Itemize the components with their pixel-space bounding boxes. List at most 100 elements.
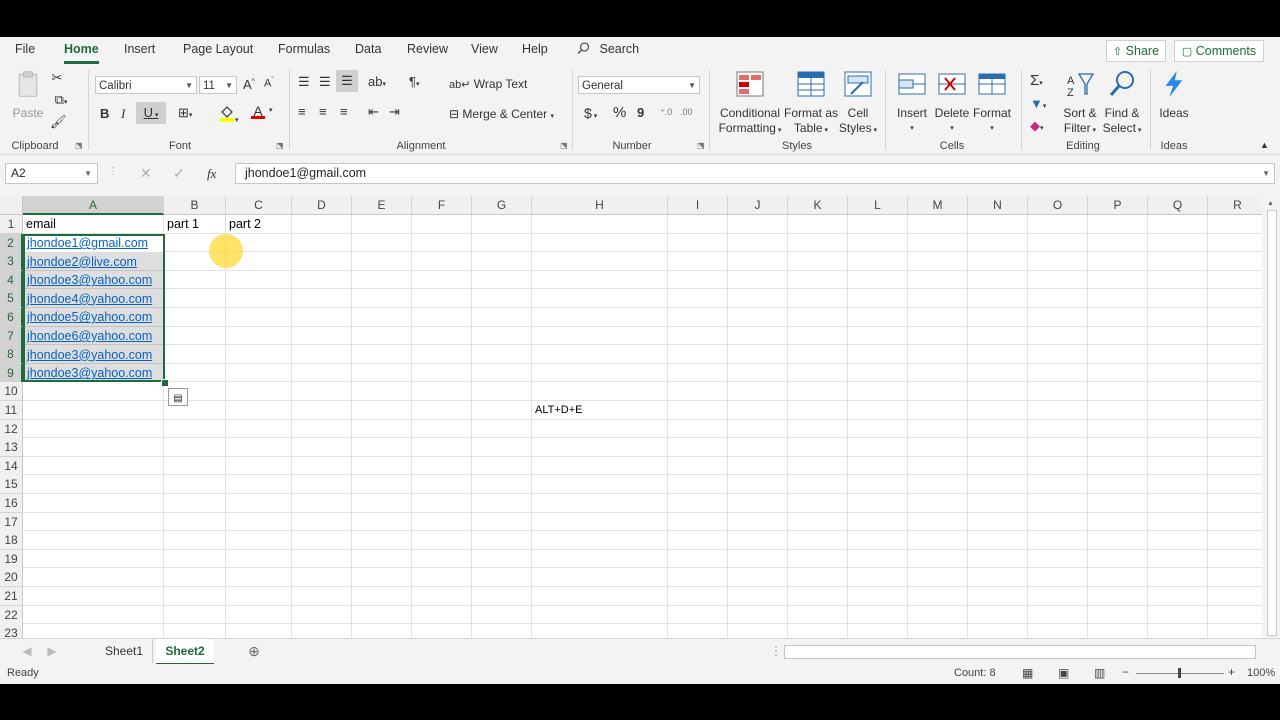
row-header-6[interactable]: 6 <box>0 308 23 327</box>
cell-a3[interactable]: jhondoe2@live.com <box>24 253 137 272</box>
column-header-o[interactable]: O <box>1028 196 1088 215</box>
formula-input[interactable]: jhondoe1@gmail.com ▼ <box>235 163 1275 184</box>
cell-b1[interactable]: part 1 <box>164 215 199 234</box>
column-header-k[interactable]: K <box>788 196 848 215</box>
decrease-decimal-icon[interactable]: .00 <box>680 107 693 117</box>
cell-c1[interactable]: part 2 <box>226 215 261 234</box>
cut-icon[interactable]: ✂ <box>50 70 64 86</box>
worksheet-grid[interactable]: ABCDEFGHIJKLMNOPQR 1 2 3 4 5 6 7 8 9 10 11 12 13 14 15… <box>0 196 1262 638</box>
row-header-2[interactable]: 2 <box>0 233 23 253</box>
format-painter-icon[interactable]: 🖌 <box>50 114 67 130</box>
clear-icon[interactable]: ◆▾ <box>1030 118 1044 134</box>
zoom-in-icon[interactable]: + <box>1228 665 1235 679</box>
row-header-22[interactable]: 22 <box>0 605 23 625</box>
insert-function-icon[interactable]: fx <box>207 166 216 182</box>
row-header-19[interactable]: 19 <box>0 549 23 569</box>
tab-insert[interactable]: Insert <box>124 42 155 56</box>
column-header-f[interactable]: F <box>412 196 472 215</box>
search-box[interactable]: Search <box>577 42 639 56</box>
add-sheet-icon[interactable]: ⊕ <box>244 639 264 663</box>
comments-button[interactable]: ▢ Comments <box>1174 40 1264 62</box>
name-box[interactable]: A2 ▼ <box>5 163 98 184</box>
cell-a6[interactable]: jhondoe5@yahoo.com <box>24 308 152 327</box>
tab-formulas[interactable]: Formulas <box>278 42 330 56</box>
column-header-d[interactable]: D <box>292 196 352 215</box>
align-middle-icon[interactable]: ☰ <box>319 74 331 90</box>
insert-cells-button[interactable]: Insert ▾ <box>892 70 932 136</box>
tab-page-layout[interactable]: Page Layout <box>183 42 253 56</box>
tab-file[interactable]: File <box>15 42 35 56</box>
zoom-slider-thumb[interactable] <box>1178 668 1181 678</box>
paste-button[interactable]: Paste <box>10 70 46 121</box>
align-top-icon[interactable]: ☰ <box>298 74 310 90</box>
cell-a7[interactable]: jhondoe6@yahoo.com <box>24 327 152 346</box>
tab-home[interactable]: Home <box>64 42 99 64</box>
column-header-b[interactable]: B <box>164 196 226 215</box>
sheet-tab-sheet1[interactable]: Sheet1 <box>96 639 153 663</box>
borders-icon[interactable]: ⊞▾ <box>178 105 192 121</box>
cell-a5[interactable]: jhondoe4@yahoo.com <box>24 290 152 309</box>
format-as-table-button[interactable]: Format as Table ▾ <box>784 70 838 138</box>
row-header-21[interactable]: 21 <box>0 587 23 606</box>
vertical-scrollbar[interactable]: ▲ <box>1262 196 1280 638</box>
align-left-icon[interactable]: ≡ <box>298 104 306 119</box>
tab-split-grip-icon[interactable]: ⋮ <box>770 639 782 663</box>
column-header-m[interactable]: M <box>908 196 968 215</box>
column-header-q[interactable]: Q <box>1148 196 1208 215</box>
name-box-grip-icon[interactable]: ⋮ <box>108 166 118 177</box>
increase-indent-icon[interactable]: ⇥ <box>389 104 400 120</box>
find-select-button[interactable]: Find & Select ▾ <box>1100 70 1144 138</box>
alignment-launcher-icon[interactable]: ⬔ <box>560 141 568 150</box>
confirm-entry-icon[interactable]: ✓ <box>173 165 185 182</box>
column-header-c[interactable]: C <box>226 196 292 215</box>
wrap-text-button[interactable]: ab↵ Wrap Text <box>449 77 527 91</box>
number-launcher-icon[interactable]: ⬔ <box>697 141 705 150</box>
page-break-view-icon[interactable]: ▥ <box>1094 666 1105 680</box>
row-header-8[interactable]: 8 <box>0 345 23 365</box>
column-header-r[interactable]: R <box>1208 196 1262 215</box>
italic-button[interactable]: I <box>121 106 125 122</box>
font-launcher-icon[interactable]: ⬔ <box>276 141 284 150</box>
number-format-select[interactable]: General ▼ <box>578 76 700 94</box>
underline-button[interactable]: U ▾ <box>136 102 166 124</box>
select-all-corner[interactable] <box>0 196 23 215</box>
column-header-p[interactable]: P <box>1088 196 1148 215</box>
row-header-13[interactable]: 13 <box>0 438 23 458</box>
row-header-10[interactable]: 10 <box>0 382 23 402</box>
cell-a8[interactable]: jhondoe3@yahoo.com <box>24 346 152 365</box>
cell-a2[interactable]: jhondoe1@gmail.com <box>24 234 148 253</box>
column-header-i[interactable]: I <box>668 196 728 215</box>
delete-cells-button[interactable]: Delete ▾ <box>932 70 972 136</box>
increase-font-icon[interactable]: A^ <box>243 77 255 92</box>
conditional-formatting-button[interactable]: Conditional Formatting ▾ <box>716 70 784 138</box>
row-header-5[interactable]: 5 <box>0 289 23 309</box>
text-direction-icon[interactable]: ¶▾ <box>409 74 420 89</box>
decrease-indent-icon[interactable]: ⇤ <box>368 104 379 120</box>
row-header-9[interactable]: 9 <box>0 363 23 383</box>
align-bottom-icon[interactable]: ☰ <box>336 70 358 92</box>
collapse-ribbon-icon[interactable]: ▲ <box>1260 140 1269 150</box>
row-header-11[interactable]: 11 <box>0 401 23 420</box>
comma-button[interactable]: 9 <box>637 105 644 120</box>
percent-button[interactable]: % <box>613 104 626 121</box>
row-header-14[interactable]: 14 <box>0 456 23 476</box>
cell-a1[interactable]: email <box>23 215 56 234</box>
page-layout-view-icon[interactable]: ▣ <box>1058 666 1069 680</box>
tab-data[interactable]: Data <box>355 42 381 56</box>
next-sheet-icon[interactable]: ▶ <box>45 639 59 663</box>
increase-decimal-icon[interactable]: ⁺.0 <box>660 107 672 118</box>
cell-a9[interactable]: jhondoe3@yahoo.com <box>24 364 152 383</box>
row-header-15[interactable]: 15 <box>0 475 23 495</box>
row-header-3[interactable]: 3 <box>0 252 23 272</box>
orientation-icon[interactable]: ab▾ <box>368 74 386 89</box>
merge-center-button[interactable]: ⊟ Merge & Center ▾ <box>449 107 554 121</box>
column-header-g[interactable]: G <box>472 196 532 215</box>
clipboard-launcher-icon[interactable]: ⬔ <box>75 141 83 150</box>
horizontal-scrollbar[interactable] <box>784 645 1256 659</box>
normal-view-icon[interactable]: ▦ <box>1022 666 1033 680</box>
font-color-dropdown-icon[interactable]: ▾ <box>269 106 273 114</box>
fill-color-icon[interactable]: ▾ <box>219 104 239 125</box>
column-header-l[interactable]: L <box>848 196 908 215</box>
row-header-16[interactable]: 16 <box>0 494 23 513</box>
sort-filter-button[interactable]: AZ Sort & Filter ▾ <box>1058 70 1102 138</box>
